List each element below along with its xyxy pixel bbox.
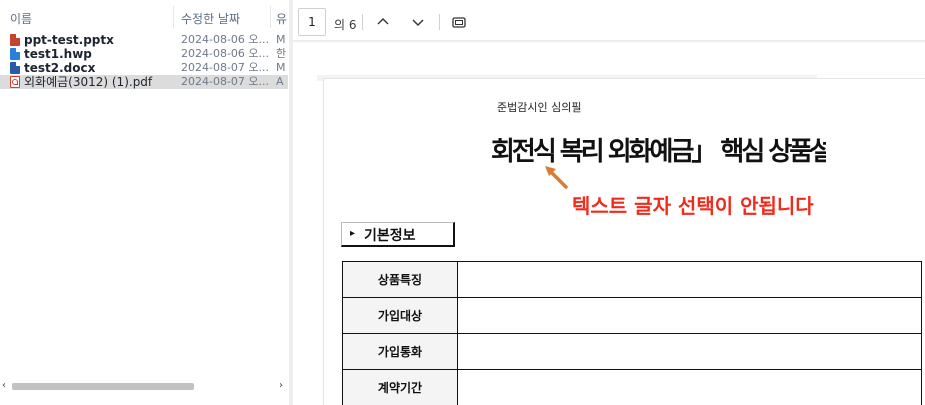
file-name: 외화예금(3012) (1).pdf <box>24 75 153 89</box>
table-row: 가입대상 <box>342 297 922 334</box>
pptx-file-icon <box>10 34 20 46</box>
row-label: 가입대상 <box>342 297 458 334</box>
table-row: 상품특징 <box>342 261 922 298</box>
pdf-file-icon <box>10 76 20 88</box>
page-total-label: 의 6 <box>334 18 357 32</box>
scrollbar-thumb[interactable] <box>12 383 194 390</box>
horizontal-scrollbar[interactable]: ‹ › <box>0 379 289 394</box>
chevron-down-icon[interactable] <box>409 13 427 31</box>
file-row-foreign-deposit-pdf[interactable]: 외화예금(3012) (1).pdf 2024-08-07 오... A <box>0 75 288 89</box>
hwp-file-icon <box>10 48 20 60</box>
pdf-preview-pane: 1 의 6 준법감시인 심의필 회전식 복리 외화예금」 핵심 상품설! 텍스트… <box>293 0 925 405</box>
file-list-pane: 이름 수정한 날짜 유 ppt-test.pptx 2024-08-06 오..… <box>0 0 289 405</box>
file-name: ppt-test.pptx <box>24 33 114 47</box>
row-label: 가입통화 <box>342 333 458 370</box>
column-divider[interactable] <box>270 6 271 28</box>
section-label: 기본정보 <box>364 228 416 244</box>
product-info-table: 상품특징 가입대상 가입통화 계약기간 <box>342 261 922 405</box>
file-type: M <box>276 33 286 46</box>
scroll-right-icon[interactable]: › <box>279 380 283 391</box>
chevron-up-icon[interactable] <box>374 13 392 31</box>
scroll-left-icon[interactable]: ‹ <box>2 380 6 391</box>
toolbar-divider <box>362 14 363 30</box>
file-type: 한 <box>276 47 287 60</box>
row-value <box>457 369 922 405</box>
file-type: A <box>276 75 284 88</box>
table-row: 가입통화 <box>342 333 922 370</box>
document-scroll-area[interactable]: 준법감시인 심의필 회전식 복리 외화예금」 핵심 상품설! 텍스트 글자 선택… <box>293 43 925 405</box>
file-row-test1[interactable]: test1.hwp 2024-08-06 오... 한 <box>0 47 288 61</box>
file-row-ppt-test[interactable]: ppt-test.pptx 2024-08-06 오... M <box>0 33 288 47</box>
column-header-type[interactable]: 유 <box>276 10 288 27</box>
annotation-arrow-icon <box>545 166 568 189</box>
row-label: 계약기간 <box>342 369 458 405</box>
row-label: 상품특징 <box>342 261 458 298</box>
file-date: 2024-08-07 오... <box>181 75 270 88</box>
annotation-text: 텍스트 글자 선택이 안됩니다 <box>572 194 814 218</box>
compliance-approval-text: 준법감시인 심의필 <box>497 101 582 114</box>
viewer-toolbar: 1 의 6 <box>293 0 925 42</box>
column-divider[interactable] <box>173 6 174 28</box>
column-header-date-modified[interactable]: 수정한 날짜 <box>181 10 240 27</box>
file-date: 2024-08-06 오... <box>181 47 270 60</box>
row-value <box>457 333 922 370</box>
row-value <box>457 297 922 334</box>
file-name: test2.docx <box>24 61 96 75</box>
table-row: 계약기간 <box>342 369 922 405</box>
toolbar-divider <box>439 14 440 30</box>
pdf-page: 준법감시인 심의필 회전식 복리 외화예금」 핵심 상품설! 텍스트 글자 선택… <box>323 78 925 405</box>
page-number-input[interactable]: 1 <box>298 8 326 36</box>
file-date: 2024-08-06 오... <box>181 33 270 46</box>
fit-page-icon[interactable] <box>450 13 468 31</box>
file-name: test1.hwp <box>24 47 92 61</box>
row-value <box>457 261 922 298</box>
section-header-basic-info: ▸ 기본정보 <box>341 222 455 247</box>
file-type: M <box>276 61 286 74</box>
column-header-name[interactable]: 이름 <box>10 10 32 27</box>
file-row-test2[interactable]: test2.docx 2024-08-07 오... M <box>0 61 288 75</box>
docx-file-icon <box>10 62 20 74</box>
triangle-bullet-icon: ▸ <box>350 228 356 239</box>
file-date: 2024-08-07 오... <box>181 61 270 74</box>
